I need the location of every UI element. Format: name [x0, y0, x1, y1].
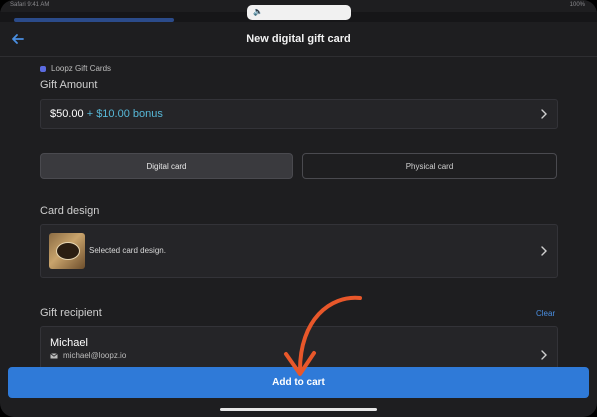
merchant-logo-icon — [40, 65, 46, 72]
merchant-row: Loopz Gift Cards — [40, 64, 111, 73]
recipient-email-row: michael@loopz.io — [50, 351, 126, 360]
status-left-text: Safari 9:41 AM — [10, 2, 50, 8]
amount-text: $50.00 + $10.00 bonus — [50, 108, 163, 120]
speaker-icon: 🔈 — [253, 7, 263, 16]
mail-icon — [50, 352, 58, 358]
header: New digital gift card — [0, 24, 597, 57]
chevron-right-icon — [541, 109, 547, 119]
amount-value: $50.00 — [50, 108, 84, 120]
recipient-email: michael@loopz.io — [63, 351, 127, 360]
add-to-cart-button[interactable]: Add to cart — [8, 367, 589, 398]
recipient-row[interactable]: Michael michael@loopz.io — [40, 326, 558, 370]
coffee-badge-icon — [56, 242, 80, 260]
digital-card-option[interactable]: Digital card — [40, 153, 293, 179]
battery-text: 100% — [569, 2, 585, 8]
chevron-right-icon — [541, 246, 547, 256]
loading-bar — [14, 18, 174, 22]
card-design-label: Card design — [40, 205, 100, 217]
volume-indicator: 🔈 — [247, 5, 351, 20]
physical-card-option[interactable]: Physical card — [302, 153, 557, 179]
merchant-name: Loopz Gift Cards — [51, 64, 112, 73]
app-screen: Safari 9:41 AM 100% 🔈 New digital gift c… — [0, 0, 597, 417]
card-design-description: Selected card design. — [89, 246, 166, 255]
clear-button[interactable]: Clear — [536, 309, 555, 318]
card-design-thumbnail — [49, 233, 85, 269]
page-title: New digital gift card — [246, 33, 351, 45]
gift-recipient-label: Gift recipient — [40, 307, 102, 319]
home-indicator — [220, 408, 377, 411]
card-design-row[interactable]: Selected card design. — [40, 224, 558, 278]
gift-amount-label: Gift Amount — [40, 79, 98, 91]
bonus-value: + $10.00 bonus — [83, 108, 163, 120]
recipient-name: Michael — [50, 337, 88, 349]
gift-amount-row[interactable]: $50.00 + $10.00 bonus — [40, 99, 558, 129]
chevron-right-icon — [541, 350, 547, 360]
